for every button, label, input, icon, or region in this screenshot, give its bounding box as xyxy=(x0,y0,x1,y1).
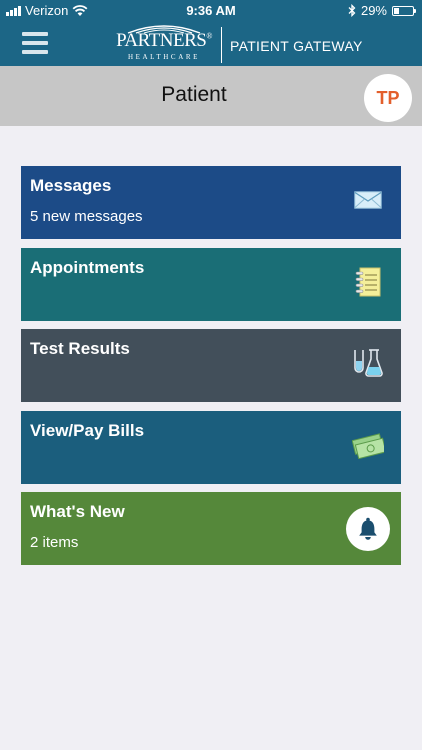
patient-bar: Patient TP xyxy=(0,66,422,126)
bills-tile[interactable]: View/Pay Bills xyxy=(21,411,401,484)
logo-subtitle: HEALTHCARE xyxy=(127,53,201,61)
app-header: Verizon 9:36 AM 29% PARTNERS® HEALTHCARE… xyxy=(0,0,422,66)
battery-fill xyxy=(394,7,399,14)
battery-percent: 29% xyxy=(360,3,387,18)
status-right: 29% xyxy=(348,3,416,18)
avatar[interactable]: TP xyxy=(364,74,412,122)
battery-icon xyxy=(392,5,416,16)
partners-logo: PARTNERS® HEALTHCARE xyxy=(112,22,216,66)
tile-label: Messages xyxy=(30,176,112,195)
tile-label: Appointments xyxy=(30,258,145,277)
status-bar: Verizon 9:36 AM 29% xyxy=(0,0,422,22)
nav-bar: PARTNERS® HEALTHCARE PATIENT GATEWAY xyxy=(0,22,422,66)
product-title: PATIENT GATEWAY xyxy=(230,38,363,54)
logo-name: PARTNERS® xyxy=(116,30,212,51)
appointments-tile[interactable]: Appointments xyxy=(21,248,401,321)
tile-label: Test Results xyxy=(30,339,130,358)
whats-new-tile[interactable]: What's New 2 items xyxy=(21,492,401,565)
tile-sub: 5 new messages xyxy=(30,208,143,225)
money-icon xyxy=(352,433,384,459)
header-divider xyxy=(221,27,222,63)
tile-sub: 2 items xyxy=(30,534,79,551)
beaker-icon xyxy=(352,348,384,378)
bluetooth-icon xyxy=(348,4,356,17)
tile-label: View/Pay Bills xyxy=(30,421,145,440)
notepad-icon xyxy=(354,267,382,297)
menu-icon[interactable] xyxy=(22,32,48,54)
envelope-icon xyxy=(354,191,382,209)
tile-label: What's New xyxy=(30,502,125,521)
messages-tile[interactable]: Messages 5 new messages xyxy=(21,166,401,239)
bell-icon xyxy=(346,507,390,551)
test-results-tile[interactable]: Test Results xyxy=(21,329,401,402)
patient-title: Patient xyxy=(161,83,227,106)
